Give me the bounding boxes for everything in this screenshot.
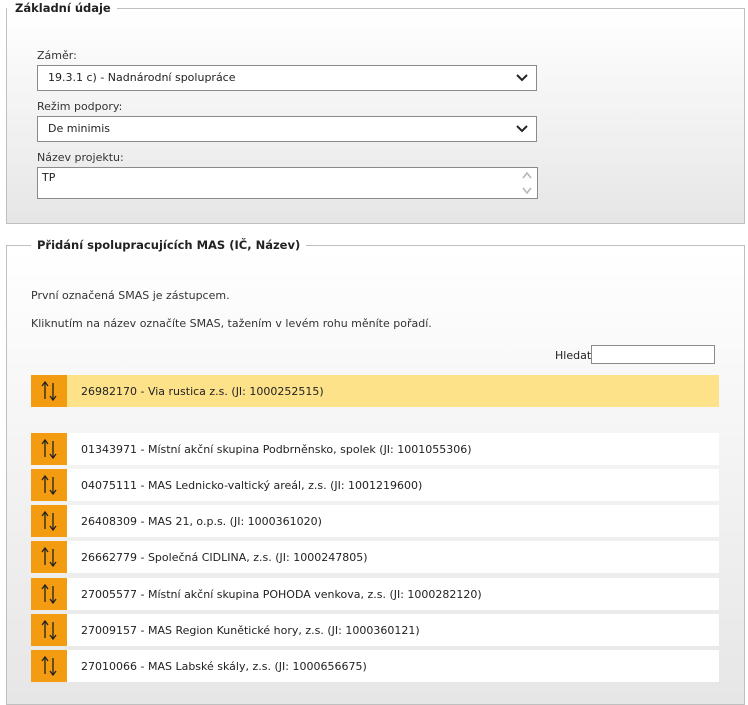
drag-handle[interactable] — [31, 375, 67, 407]
nazev-value: TP — [42, 171, 56, 184]
mas-list-item[interactable]: 27010066 - MAS Labské skály, z.s. (JI: 1… — [31, 650, 719, 682]
drag-handle[interactable] — [31, 578, 67, 610]
nazev-label: Název projektu: — [37, 151, 124, 164]
reorder-arrows-icon — [41, 655, 57, 677]
drag-handle[interactable] — [31, 433, 67, 465]
cooperating-mas-fieldset: Přidání spolupracujících MAS (IČ, Název)… — [6, 237, 745, 705]
rezim-value: De minimis — [48, 122, 111, 135]
mas-row-label: 27010066 - MAS Labské skály, z.s. (JI: 1… — [81, 659, 367, 673]
drag-handle[interactable] — [31, 469, 67, 501]
basic-info-legend: Základní údaje — [7, 0, 117, 16]
mas-row-label: 27005577 - Místní akční skupina POHODA v… — [81, 587, 482, 601]
reorder-arrows-icon — [41, 510, 57, 532]
mas-row-label: 26982170 - Via rustica z.s. (JI: 1000252… — [81, 384, 324, 398]
mas-row-label: 26408309 - MAS 21, o.p.s. (JI: 100036102… — [81, 514, 322, 528]
textarea-scroll-arrows-icon[interactable] — [521, 170, 533, 196]
mas-list-item[interactable]: 01343971 - Místní akční skupina Podbrněn… — [31, 433, 719, 465]
reorder-arrows-icon — [41, 474, 57, 496]
basic-info-fieldset: Základní údaje Záměr: 19.3.1 c) - Nadnár… — [6, 0, 745, 224]
search-label: Hledat: — [555, 349, 595, 362]
mas-list-item[interactable]: 04075111 - MAS Lednicko-valtický areál, … — [31, 469, 719, 501]
zamer-select[interactable]: 19.3.1 c) - Nadnárodní spolupráce — [37, 65, 537, 91]
rezim-label: Režim podpory: — [37, 100, 123, 113]
zamer-value: 19.3.1 c) - Nadnárodní spolupráce — [48, 71, 236, 84]
info-text-instructions: Kliknutím na název označíte SMAS, tažení… — [31, 317, 432, 330]
mas-list-item[interactable]: 27009157 - MAS Region Kunětické hory, z.… — [31, 614, 719, 646]
mas-list-item[interactable]: 26662779 - Společná CIDLINA, z.s. (JI: 1… — [31, 541, 719, 573]
search-input[interactable] — [591, 345, 715, 364]
mas-list-item[interactable]: 27005577 - Místní akční skupina POHODA v… — [31, 578, 719, 610]
reorder-arrows-icon — [41, 438, 57, 460]
mas-row-label: 26662779 - Společná CIDLINA, z.s. (JI: 1… — [81, 550, 368, 564]
zamer-label: Záměr: — [37, 49, 77, 62]
cooperating-mas-legend: Přidání spolupracujících MAS (IČ, Název) — [31, 237, 307, 253]
reorder-arrows-icon — [41, 583, 57, 605]
mas-row-label: 01343971 - Místní akční skupina Podbrněn… — [81, 442, 472, 456]
selected-mas-row[interactable]: 26982170 - Via rustica z.s. (JI: 1000252… — [31, 375, 719, 407]
drag-handle[interactable] — [31, 541, 67, 573]
mas-list-item[interactable]: 26408309 - MAS 21, o.p.s. (JI: 100036102… — [31, 505, 719, 537]
chevron-down-icon — [516, 125, 528, 133]
reorder-arrows-icon — [41, 380, 57, 402]
reorder-arrows-icon — [41, 546, 57, 568]
info-text-representative: První označená SMAS je zástupcem. — [31, 289, 230, 302]
drag-handle[interactable] — [31, 650, 67, 682]
nazev-textarea[interactable]: TP — [37, 167, 538, 199]
chevron-down-icon — [516, 74, 528, 82]
mas-row-label: 04075111 - MAS Lednicko-valtický areál, … — [81, 478, 423, 492]
reorder-arrows-icon — [41, 619, 57, 641]
mas-row-label: 27009157 - MAS Region Kunětické hory, z.… — [81, 623, 420, 637]
drag-handle[interactable] — [31, 614, 67, 646]
rezim-select[interactable]: De minimis — [37, 116, 537, 142]
drag-handle[interactable] — [31, 505, 67, 537]
